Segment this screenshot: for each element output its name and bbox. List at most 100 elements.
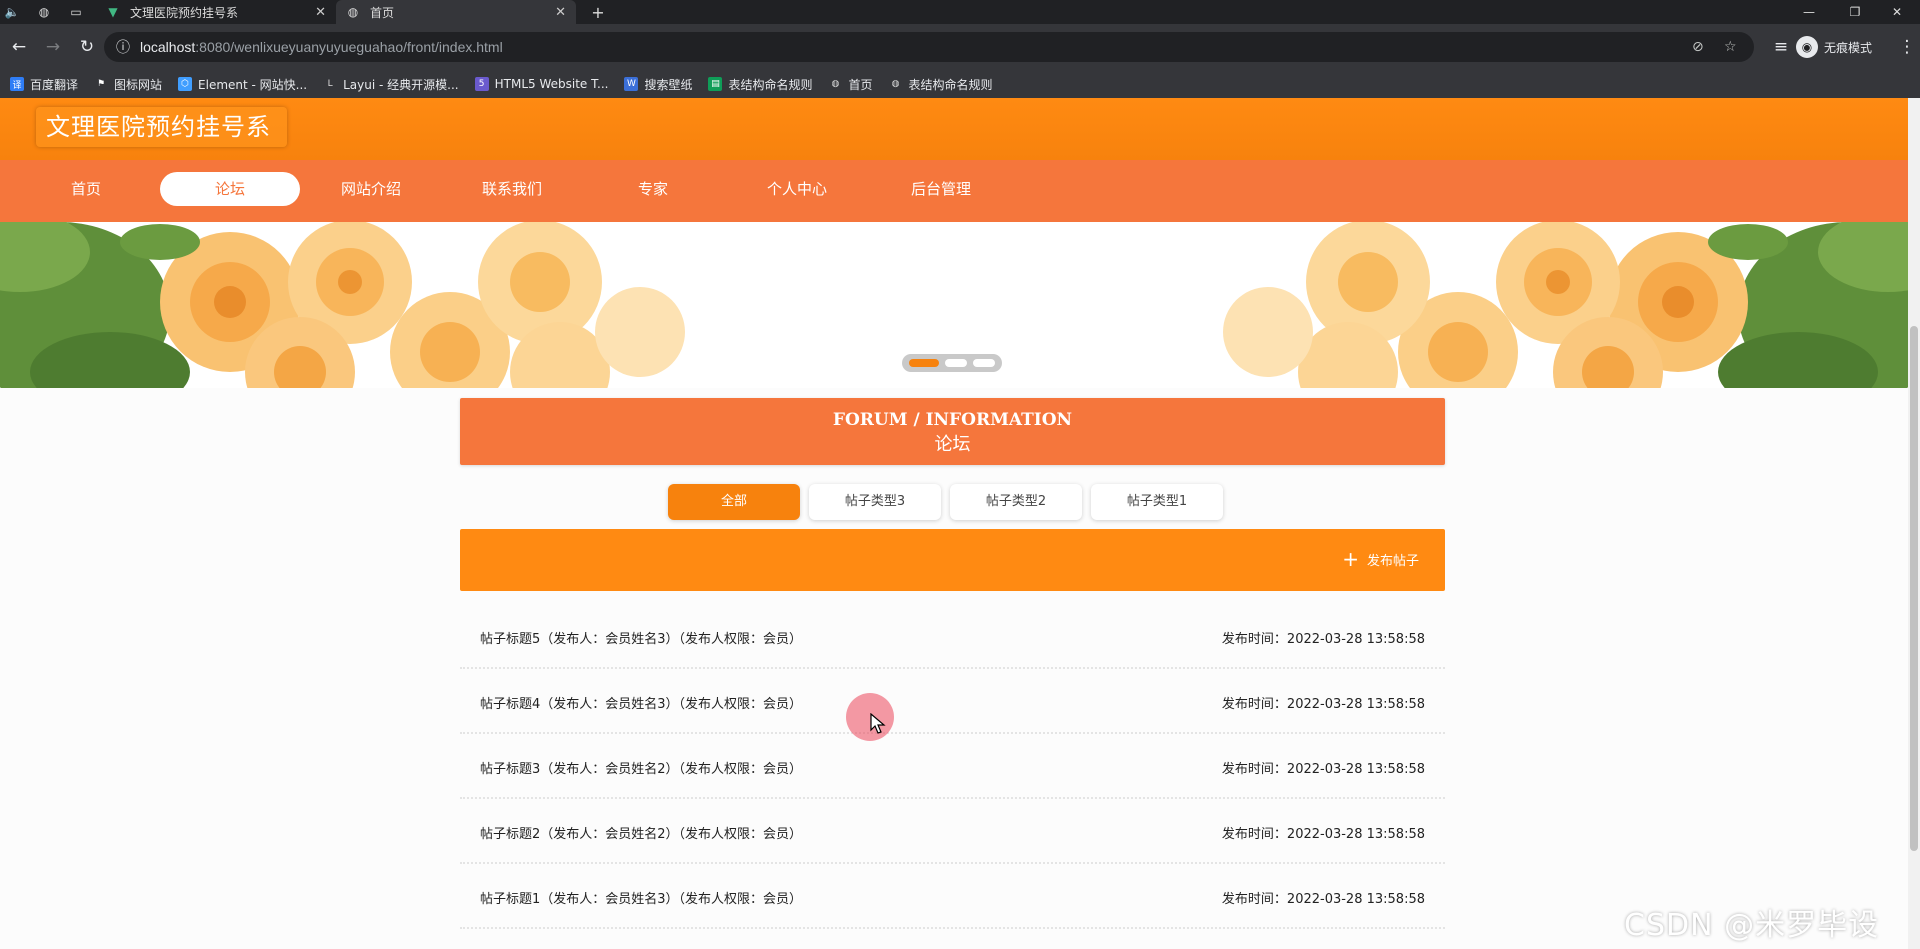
close-icon[interactable]: ✕ (315, 5, 326, 20)
nav-experts[interactable]: 专家 (583, 172, 723, 206)
bookmark-label: 百度翻译 (30, 77, 79, 92)
tab-home[interactable]: ◍ 首页 ✕ (336, 0, 576, 24)
window-icon[interactable]: ▭ (64, 0, 88, 24)
scrollbar-thumb[interactable] (1910, 326, 1918, 851)
bookmark-item[interactable]: ◍ 表结构命名规则 (889, 76, 993, 93)
bookmark-item[interactable]: ⬡ Element - 网站快... (178, 76, 307, 93)
forum-heading: FORUM / INFORMATION 论坛 (460, 398, 1445, 465)
tab-hospital[interactable]: ▼ 文理医院预约挂号系 ✕ (96, 0, 336, 24)
site-title[interactable]: 文理医院预约挂号系 (36, 107, 287, 147)
banner-carousel[interactable] (0, 222, 1908, 388)
main-nav: 首页 论坛 网站介绍 联系我们 专家 个人中心 后台管理 (0, 160, 1908, 222)
bookmark-label: Element - 网站快... (198, 77, 308, 92)
post-row[interactable]: 帖子标题1（发布人：会员姓名3）（发布人权限：会员） 发布时间：2022-03-… (460, 864, 1445, 929)
incognito-badge[interactable]: ◉ 无痕模式 (1796, 32, 1872, 62)
publish-post-label: 发布帖子 (1366, 553, 1419, 569)
eye-off-icon[interactable]: ⊘ (1692, 32, 1704, 62)
minimize-icon[interactable]: — (1786, 0, 1832, 24)
post-row[interactable]: 帖子标题4（发布人：会员姓名3）（发布人权限：会员） 发布时间：2022-03-… (460, 669, 1445, 734)
tab-title: 文理医院预约挂号系 (130, 5, 239, 20)
post-row[interactable]: 帖子标题2（发布人：会员姓名2）（发布人权限：会员） 发布时间：2022-03-… (460, 799, 1445, 864)
globe-icon: ◍ (347, 5, 359, 19)
cursor-icon (870, 713, 886, 734)
back-icon[interactable]: ← (4, 32, 34, 62)
menu-icon[interactable]: ⋮ (1892, 32, 1920, 62)
filter-type1[interactable]: 帖子类型1 (1091, 484, 1223, 520)
bookmark-label: Layui - 经典开源模... (343, 77, 459, 92)
address-toolbar: ← → ↻ ⓘ localhost:8080/wenlixueyuanyuyue… (0, 24, 1920, 70)
carousel-dot[interactable] (909, 359, 939, 367)
filter-type2[interactable]: 帖子类型2 (950, 484, 1082, 520)
bookmark-item[interactable]: ◍ 首页 (828, 76, 873, 93)
close-icon[interactable]: ✕ (555, 5, 566, 20)
post-title[interactable]: 帖子标题5（发布人：会员姓名3）（发布人权限：会员） (480, 628, 802, 647)
new-tab-icon[interactable]: + (586, 0, 610, 24)
post-time: 发布时间：2022-03-28 13:58:58 (1221, 762, 1425, 777)
post-title[interactable]: 帖子标题4（发布人：会员姓名3）（发布人权限：会员） (480, 693, 802, 712)
bookmark-label: 表结构命名规则 (728, 77, 813, 92)
filter-all[interactable]: 全部 (668, 484, 800, 520)
mute-icon[interactable]: 🔈 (0, 0, 24, 24)
filter-type3[interactable]: 帖子类型3 (809, 484, 941, 520)
bookmark-item[interactable]: ⚑ 图标网站 (94, 76, 162, 93)
post-title[interactable]: 帖子标题3（发布人：会员姓名2）（发布人权限：会员） (480, 758, 802, 777)
carousel-dot[interactable] (945, 359, 967, 367)
baidu-translate-icon: 译 (10, 77, 24, 91)
post-action-bar: + 发布帖子 (460, 529, 1445, 591)
csdn-watermark: CSDN @米罗毕设 (1624, 908, 1880, 943)
nav-forum[interactable]: 论坛 (160, 172, 300, 206)
roses-image-right (1128, 222, 1908, 388)
post-time: 发布时间：2022-03-28 13:58:58 (1221, 827, 1425, 842)
forward-icon[interactable]: → (38, 32, 68, 62)
nav-about[interactable]: 网站介绍 (301, 172, 441, 206)
post-title[interactable]: 帖子标题2（发布人：会员姓名2）（发布人权限：会员） (480, 823, 802, 842)
publish-post-button[interactable]: + 发布帖子 (1342, 549, 1419, 569)
star-icon[interactable]: ☆ (1724, 32, 1737, 62)
element-icon: ⬡ (178, 77, 193, 91)
post-row[interactable]: 帖子标题3（发布人：会员姓名2）（发布人权限：会员） 发布时间：2022-03-… (460, 734, 1445, 799)
globe-icon[interactable]: ◍ (32, 0, 56, 24)
nav-home[interactable]: 首页 (16, 172, 156, 206)
vue-icon: ▼ (108, 5, 118, 19)
close-window-icon[interactable]: ✕ (1874, 0, 1920, 24)
reload-icon[interactable]: ↻ (72, 32, 102, 62)
media-icon[interactable]: ≡ (1766, 32, 1796, 62)
html5-icon: 5 (474, 77, 489, 91)
forum-heading-cn: 论坛 (934, 434, 971, 455)
sheet-icon: ▤ (708, 77, 723, 91)
info-icon[interactable]: ⓘ (116, 37, 130, 57)
globe-icon: ◍ (831, 79, 840, 89)
carousel-dot[interactable] (973, 359, 995, 367)
post-title[interactable]: 帖子标题1（发布人：会员姓名3）（发布人权限：会员） (480, 888, 802, 907)
url-bar[interactable]: ⓘ localhost:8080/wenlixueyuanyuyueguahao… (104, 32, 1754, 62)
plus-icon: + (1342, 547, 1359, 571)
bookmark-item[interactable]: ▤ 表结构命名规则 (708, 76, 812, 93)
roses-image-left (0, 222, 780, 388)
post-time: 发布时间：2022-03-28 13:58:58 (1221, 632, 1425, 647)
nav-admin[interactable]: 后台管理 (871, 172, 1011, 206)
forum-heading-en: FORUM / INFORMATION (832, 410, 1073, 430)
restore-icon[interactable]: ❐ (1832, 0, 1878, 24)
url-host: localhost (140, 39, 196, 55)
bookmark-label: 表结构命名规则 (908, 77, 993, 92)
bookmark-item[interactable]: 5 HTML5 Website T... (474, 77, 609, 91)
nav-contact[interactable]: 联系我们 (442, 172, 582, 206)
bookmark-item[interactable]: 译百度翻译 (10, 76, 78, 93)
bookmark-item[interactable]: L Layui - 经典开源模... (323, 76, 459, 93)
post-time: 发布时间：2022-03-28 13:58:58 (1221, 697, 1425, 712)
bookmark-item[interactable]: W 搜索壁纸 (624, 76, 692, 93)
category-filters: 全部 帖子类型3 帖子类型2 帖子类型1 (668, 484, 1223, 520)
page-viewport: 文理医院预约挂号系 首页 论坛 网站介绍 联系我们 专家 个人中心 后台管理 F… (0, 98, 1908, 949)
carousel-indicators (902, 354, 1002, 372)
layui-icon: L (327, 79, 333, 89)
bookmark-label: HTML5 Website T... (494, 77, 609, 91)
incognito-icon: ◉ (1796, 36, 1818, 58)
bookmark-label: 搜索壁纸 (644, 77, 693, 92)
bookmark-label: 图标网站 (114, 77, 163, 92)
browser-tab-strip: 🔈 ◍ ▭ ▼ 文理医院预约挂号系 ✕ ◍ 首页 ✕ + — ❐ ✕ (0, 0, 1920, 24)
page-scrollbar[interactable] (1908, 98, 1920, 949)
nav-profile[interactable]: 个人中心 (727, 172, 867, 206)
url-text: localhost:8080/wenlixueyuanyuyueguahao/f… (140, 39, 503, 55)
flag-icon: ⚑ (96, 79, 106, 89)
post-row[interactable]: 帖子标题5（发布人：会员姓名3）（发布人权限：会员） 发布时间：2022-03-… (460, 604, 1445, 669)
